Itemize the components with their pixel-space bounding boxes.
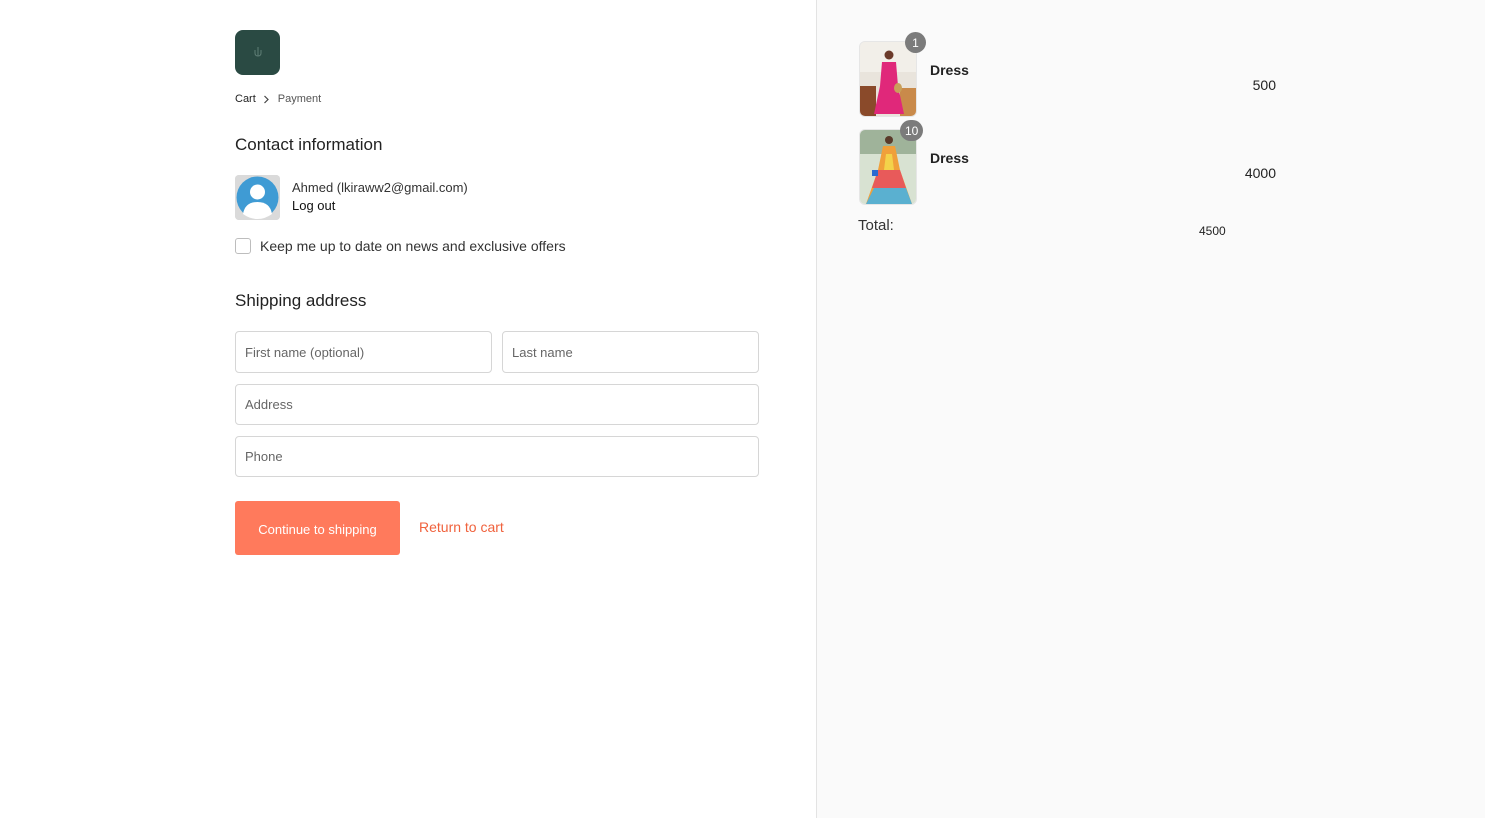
newsletter-label: Keep me up to date on news and exclusive…: [260, 238, 566, 254]
breadcrumb-current: Payment: [277, 93, 322, 105]
item-price: 500: [1252, 77, 1276, 93]
checkout-main: Cart Payment Contact information Ahmed (…: [0, 0, 817, 818]
item-name: Dress: [930, 150, 969, 166]
item-price: 4000: [1244, 165, 1276, 181]
return-to-cart-link[interactable]: Return to cart: [419, 519, 504, 535]
logo-icon[interactable]: [235, 30, 280, 75]
checkout-page: Cart Payment Contact information Ahmed (…: [0, 0, 1485, 818]
order-summary: 1 Dress 500 10 Dress 4000 Total: 4500: [816, 0, 1485, 818]
product-thumbnail: [859, 41, 917, 117]
quantity-badge: 10: [900, 120, 924, 141]
contact-title: Contact information: [235, 135, 383, 154]
cart-item: 10 Dress 4000: [859, 120, 1279, 205]
item-name: Dress: [930, 62, 969, 78]
newsletter-option[interactable]: Keep me up to date on news and exclusive…: [235, 238, 566, 254]
user-email: Ahmed (lkiraww2@gmail.com): [292, 180, 468, 195]
chevron-right-icon: [263, 95, 270, 104]
total-label: Total:: [858, 217, 894, 234]
breadcrumb-cart-link[interactable]: Cart: [235, 93, 256, 105]
logout-link[interactable]: Log out: [292, 198, 335, 213]
phone-field[interactable]: [235, 436, 759, 477]
continue-to-shipping-button[interactable]: Continue to shipping: [235, 501, 400, 555]
quantity-badge: 1: [905, 32, 926, 53]
avatar-icon: [235, 175, 280, 220]
first-name-field[interactable]: [235, 331, 492, 373]
breadcrumb: Cart Payment: [235, 93, 321, 105]
total-value: 4500: [1199, 224, 1226, 238]
cart-item: 1 Dress 500: [859, 32, 1279, 117]
newsletter-checkbox[interactable]: [235, 238, 251, 254]
shipping-title: Shipping address: [235, 291, 367, 310]
last-name-field[interactable]: [502, 331, 759, 373]
address-field[interactable]: [235, 384, 759, 425]
